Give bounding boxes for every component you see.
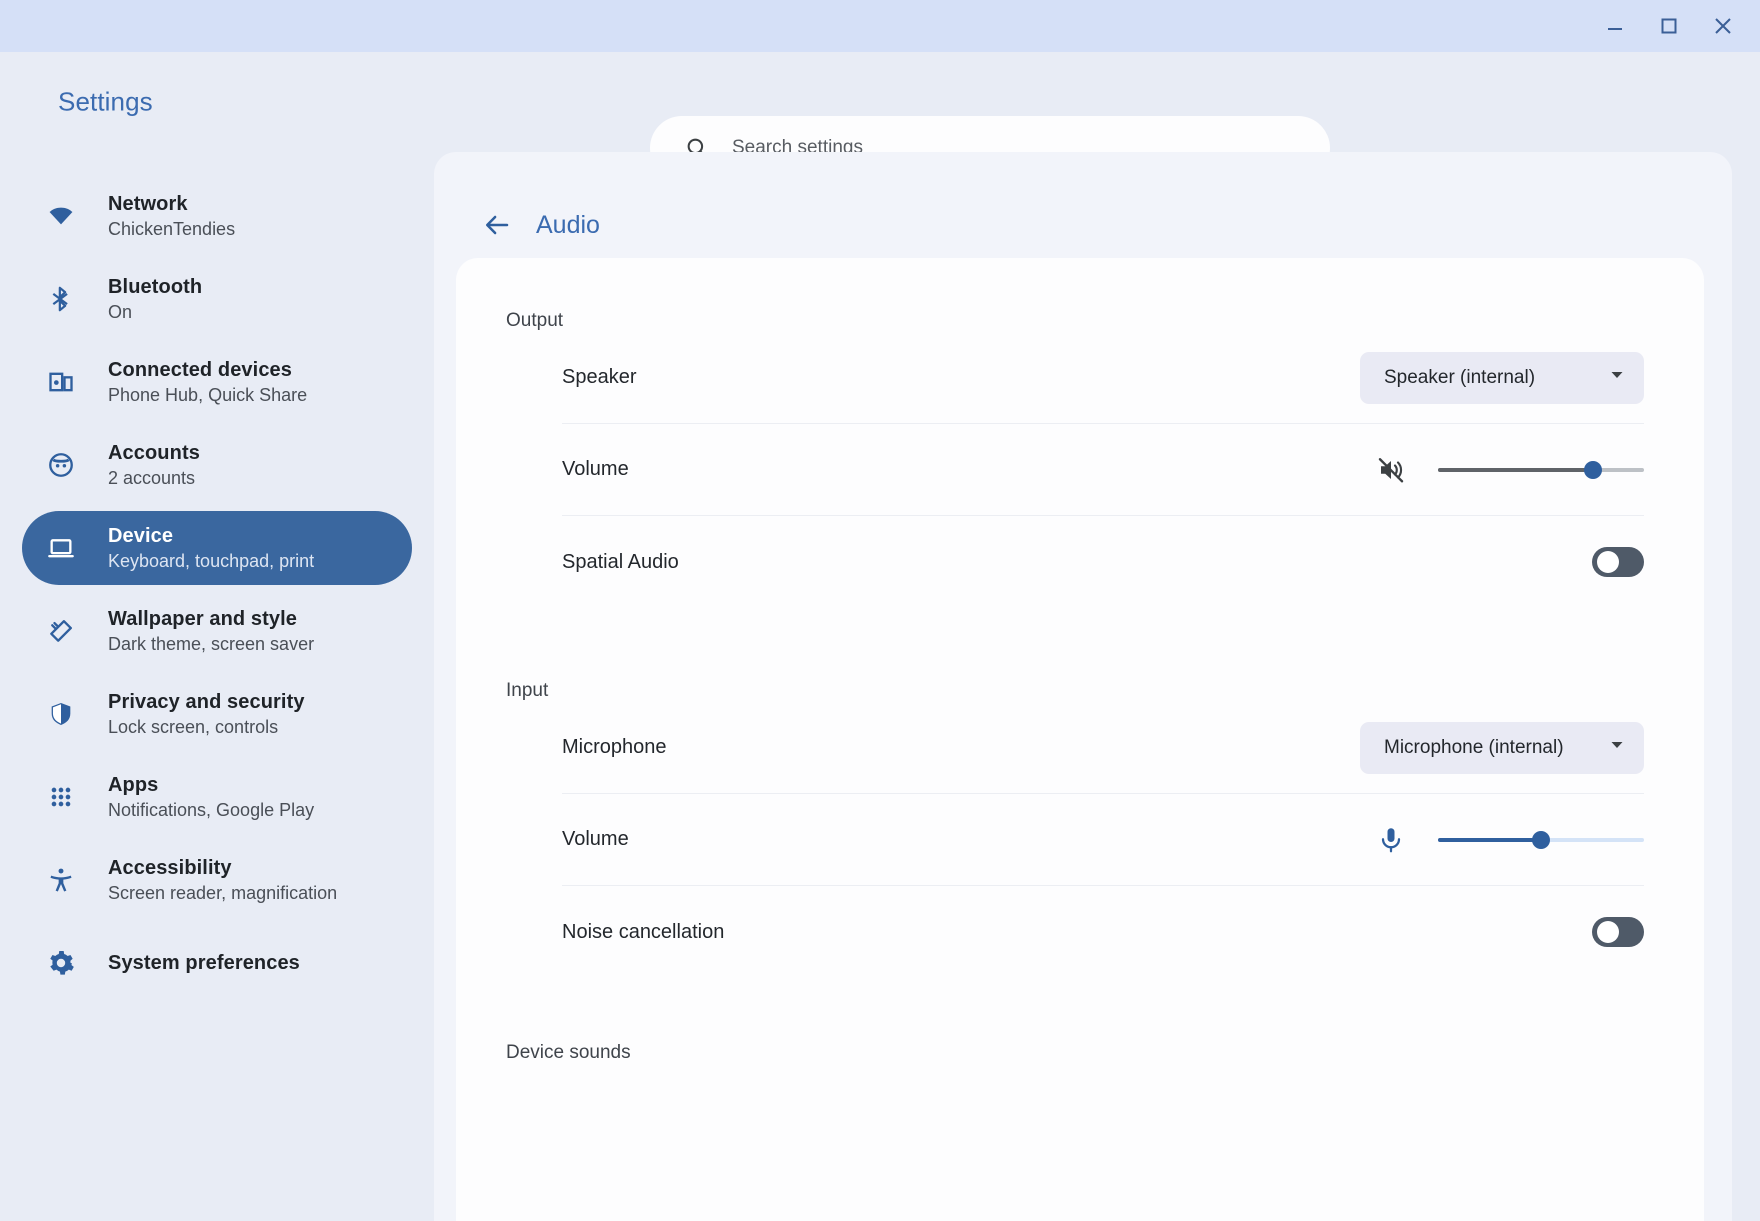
app-title: Settings bbox=[58, 87, 153, 118]
sidebar-item-device[interactable]: Device Keyboard, touchpad, print bbox=[22, 511, 412, 585]
toggle-knob bbox=[1597, 551, 1619, 573]
sidebar-item-title: Bluetooth bbox=[108, 276, 202, 299]
sidebar-item-subtitle: Keyboard, touchpad, print bbox=[108, 551, 314, 572]
chevron-down-icon bbox=[1609, 737, 1625, 758]
microphone-dropdown-value: Microphone (internal) bbox=[1384, 737, 1564, 759]
sidebar-item-subtitle: Notifications, Google Play bbox=[108, 800, 314, 821]
account-icon bbox=[47, 451, 75, 479]
sidebar-item-title: Apps bbox=[108, 774, 314, 797]
sidebar-item-subtitle: 2 accounts bbox=[108, 468, 200, 489]
slider-thumb[interactable] bbox=[1584, 461, 1602, 479]
gear-icon bbox=[47, 949, 75, 977]
microphone-device-dropdown[interactable]: Microphone (internal) bbox=[1360, 722, 1644, 774]
section-label-input: Input bbox=[456, 608, 1704, 702]
arrow-left-icon[interactable] bbox=[480, 208, 514, 242]
audio-settings-card: Output Speaker Speaker (internal) bbox=[456, 258, 1704, 1221]
microphone-icon[interactable] bbox=[1376, 825, 1406, 855]
close-button[interactable] bbox=[1696, 4, 1750, 48]
volume-muted-icon[interactable] bbox=[1376, 455, 1406, 485]
sidebar-item-title: Connected devices bbox=[108, 359, 307, 382]
minimize-button[interactable] bbox=[1588, 4, 1642, 48]
speaker-dropdown-value: Speaker (internal) bbox=[1384, 367, 1535, 389]
sidebar-item-bluetooth[interactable]: Bluetooth On bbox=[22, 262, 412, 336]
slider-fill bbox=[1438, 468, 1593, 472]
app-header: Settings Search settings bbox=[0, 52, 1760, 152]
spatial-audio-label: Spatial Audio bbox=[562, 551, 679, 574]
section-label-device-sounds: Device sounds bbox=[456, 978, 1704, 1064]
sidebar-item-system-preferences[interactable]: System preferences bbox=[22, 926, 412, 1000]
input-volume-label: Volume bbox=[562, 828, 629, 851]
page-title: Audio bbox=[536, 211, 600, 240]
sidebar-item-subtitle: Screen reader, magnification bbox=[108, 883, 337, 904]
main-content: Audio Output Speaker Speaker (internal) bbox=[434, 152, 1760, 1221]
sidebar-item-title: Network bbox=[108, 193, 235, 216]
sidebar-item-accessibility[interactable]: Accessibility Screen reader, magnificati… bbox=[22, 843, 412, 917]
sidebar-item-subtitle: ChickenTendies bbox=[108, 219, 235, 240]
apps-grid-icon bbox=[47, 783, 75, 811]
bluetooth-icon bbox=[47, 285, 75, 313]
slider-fill bbox=[1438, 838, 1541, 842]
section-label-output: Output bbox=[456, 258, 1704, 332]
sidebar-item-wallpaper-and-style[interactable]: Wallpaper and style Dark theme, screen s… bbox=[22, 594, 412, 668]
sidebar-item-subtitle: Lock screen, controls bbox=[108, 717, 305, 738]
output-volume-label: Volume bbox=[562, 458, 629, 481]
row-speaker: Speaker Speaker (internal) bbox=[562, 332, 1644, 424]
sidebar-item-privacy-and-security[interactable]: Privacy and security Lock screen, contro… bbox=[22, 677, 412, 751]
shield-icon bbox=[47, 700, 75, 728]
row-output-volume: Volume bbox=[562, 424, 1644, 516]
audio-page-card: Audio Output Speaker Speaker (internal) bbox=[434, 152, 1732, 1221]
laptop-icon bbox=[47, 534, 75, 562]
sidebar-nav: Network ChickenTendies Bluetooth On bbox=[0, 152, 434, 1221]
speaker-label: Speaker bbox=[562, 366, 637, 389]
maximize-button[interactable] bbox=[1642, 4, 1696, 48]
sidebar-item-title: Accessibility bbox=[108, 857, 337, 880]
window-titlebar bbox=[0, 0, 1760, 52]
settings-window: Settings Search settings Network Chicken… bbox=[0, 0, 1760, 1221]
sidebar-item-subtitle: Phone Hub, Quick Share bbox=[108, 385, 307, 406]
row-microphone: Microphone Microphone (internal) bbox=[562, 702, 1644, 794]
sidebar-item-title: Wallpaper and style bbox=[108, 608, 314, 631]
spatial-audio-toggle[interactable] bbox=[1592, 547, 1644, 577]
sidebar-item-subtitle: On bbox=[108, 302, 202, 323]
noise-cancellation-toggle[interactable] bbox=[1592, 917, 1644, 947]
sidebar-item-title: Device bbox=[108, 525, 314, 548]
wifi-icon bbox=[47, 202, 75, 230]
sidebar-item-title: Privacy and security bbox=[108, 691, 305, 714]
output-volume-slider[interactable] bbox=[1438, 459, 1644, 481]
speaker-device-dropdown[interactable]: Speaker (internal) bbox=[1360, 352, 1644, 404]
row-noise-cancellation: Noise cancellation bbox=[562, 886, 1644, 978]
sidebar-item-accounts[interactable]: Accounts 2 accounts bbox=[22, 428, 412, 502]
sidebar-item-subtitle: Dark theme, screen saver bbox=[108, 634, 314, 655]
page-header: Audio bbox=[434, 152, 1732, 256]
microphone-label: Microphone bbox=[562, 736, 667, 759]
sidebar-item-title: Accounts bbox=[108, 442, 200, 465]
row-input-volume: Volume bbox=[562, 794, 1644, 886]
input-volume-slider[interactable] bbox=[1438, 829, 1644, 851]
chevron-down-icon bbox=[1609, 367, 1625, 388]
wallpaper-style-icon bbox=[47, 617, 75, 645]
sidebar-item-apps[interactable]: Apps Notifications, Google Play bbox=[22, 760, 412, 834]
toggle-knob bbox=[1597, 921, 1619, 943]
accessibility-icon bbox=[47, 866, 75, 894]
connected-devices-icon bbox=[47, 368, 75, 396]
sidebar-item-connected-devices[interactable]: Connected devices Phone Hub, Quick Share bbox=[22, 345, 412, 419]
sidebar-item-title: System preferences bbox=[108, 952, 300, 975]
slider-thumb[interactable] bbox=[1532, 831, 1550, 849]
sidebar-item-network[interactable]: Network ChickenTendies bbox=[22, 179, 412, 253]
row-spatial-audio: Spatial Audio bbox=[562, 516, 1644, 608]
noise-cancellation-label: Noise cancellation bbox=[562, 921, 724, 944]
